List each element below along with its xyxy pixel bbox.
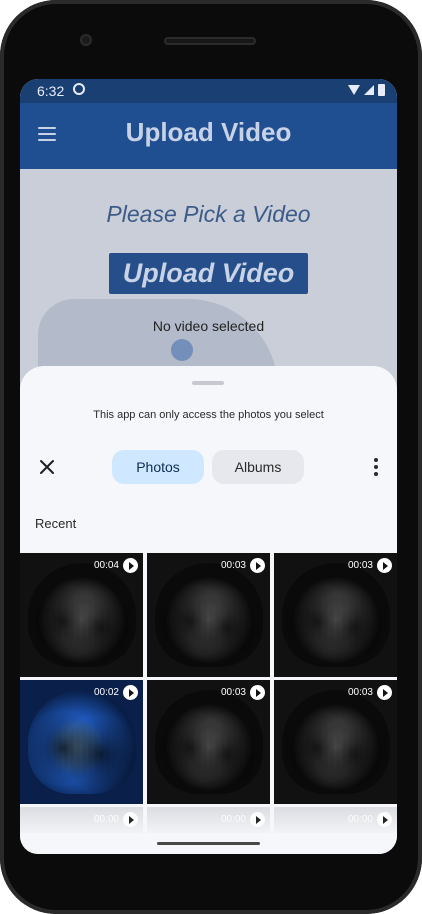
status-icons <box>348 84 385 96</box>
media-item[interactable]: 00:03 <box>147 553 270 677</box>
access-note: This app can only access the photos you … <box>93 409 324 421</box>
play-icon <box>377 558 392 573</box>
upload-video-button[interactable]: Upload Video <box>109 253 308 294</box>
media-item[interactable]: 00:03 <box>274 553 397 677</box>
screen: 6:32 Upload Video Please Pick a Video Up… <box>20 79 397 854</box>
media-item[interactable]: 00:04 <box>20 553 143 677</box>
video-duration: 00:00 <box>221 812 265 827</box>
app-bar: Upload Video <box>20 103 397 169</box>
close-icon <box>40 460 54 474</box>
play-icon <box>377 685 392 700</box>
battery-icon <box>378 84 385 96</box>
play-icon <box>377 812 392 827</box>
video-duration: 00:00 <box>348 812 392 827</box>
media-item[interactable]: 00:00 <box>20 807 143 833</box>
status-bar: 6:32 <box>20 79 397 103</box>
photo-picker-sheet: This app can only access the photos you … <box>20 366 397 854</box>
media-item[interactable]: 00:03 <box>147 680 270 804</box>
video-duration: 00:00 <box>94 812 138 827</box>
phone-frame: 6:32 Upload Video Please Pick a Video Up… <box>0 0 422 914</box>
earpiece-speaker <box>164 37 256 45</box>
pick-video-title: Please Pick a Video <box>106 201 311 227</box>
video-duration: 00:04 <box>94 558 138 573</box>
video-duration: 00:03 <box>348 685 392 700</box>
tab-photos[interactable]: Photos <box>112 450 204 484</box>
video-duration: 00:02 <box>94 685 138 700</box>
media-item[interactable]: 00:00 <box>274 807 397 833</box>
media-item[interactable]: 00:02 <box>20 680 143 804</box>
close-button[interactable] <box>37 457 57 477</box>
media-item[interactable]: 00:00 <box>147 807 270 833</box>
signal-icon <box>364 85 374 95</box>
media-item[interactable]: 00:03 <box>274 680 397 804</box>
gesture-bar[interactable] <box>157 842 260 845</box>
status-app-icon <box>73 83 85 95</box>
play-icon <box>250 812 265 827</box>
section-label: Recent <box>35 516 77 531</box>
video-duration: 00:03 <box>348 558 392 573</box>
play-icon <box>250 558 265 573</box>
status-time: 6:32 <box>37 83 65 99</box>
video-duration: 00:03 <box>221 685 265 700</box>
tab-albums[interactable]: Albums <box>212 450 304 484</box>
play-icon <box>250 685 265 700</box>
play-icon <box>123 812 138 827</box>
play-icon <box>123 685 138 700</box>
more-options-icon <box>374 458 378 462</box>
play-icon <box>123 558 138 573</box>
more-options-button[interactable] <box>373 458 379 476</box>
front-camera <box>80 34 92 46</box>
wifi-icon <box>348 85 360 95</box>
video-duration: 00:03 <box>221 558 265 573</box>
app-title: Upload Video <box>125 117 292 147</box>
drag-handle[interactable] <box>192 381 224 385</box>
background-dot <box>171 339 193 361</box>
selection-status: No video selected <box>152 318 265 334</box>
